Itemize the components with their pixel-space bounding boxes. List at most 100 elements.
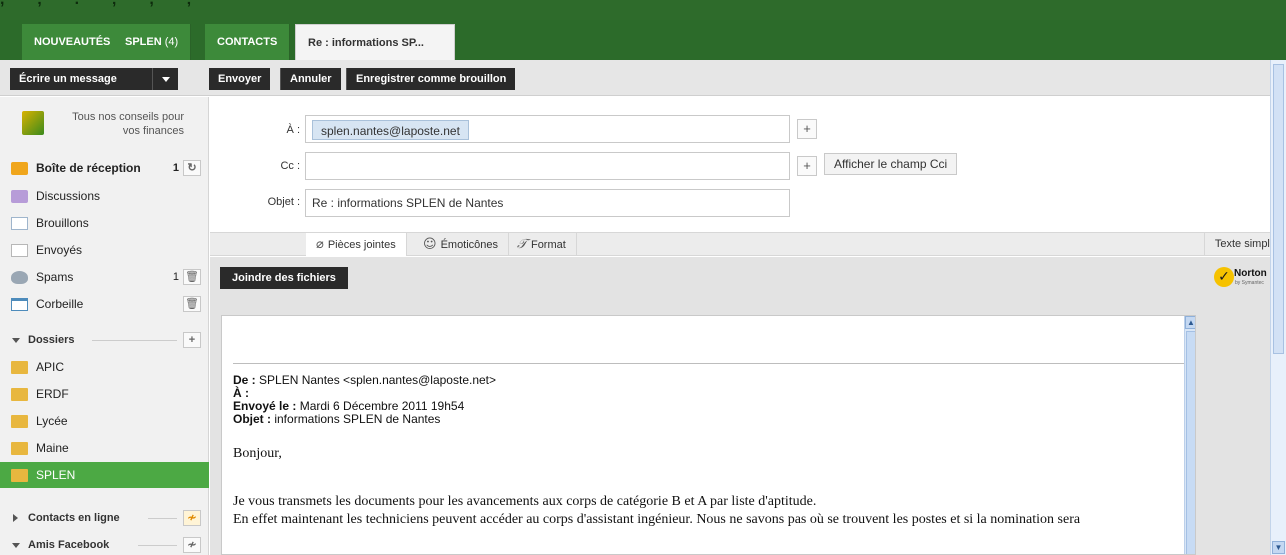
tab-label: SPLEN — [125, 36, 162, 48]
folder-label: ERDF — [36, 387, 69, 401]
compose-options-bar: ⌀ Pièces jointes ☺ Émoticônes 𝒯 Format Text… — [210, 232, 1286, 256]
folder-label: Maine — [36, 441, 69, 455]
drafts-icon — [11, 217, 28, 230]
sidebar-item-label: Boîte de réception — [36, 161, 141, 175]
sidebar-item-sent[interactable]: Envoyés — [0, 237, 209, 263]
sent-label: Envoyé le : — [233, 399, 297, 413]
save-draft-button[interactable]: Enregistrer comme brouillon — [346, 68, 516, 90]
send-label: Envoyer — [218, 73, 262, 85]
toolbar: Écrire un message Envoyer Annuler Enregi… — [0, 60, 1286, 96]
subject-label: Objet : — [233, 412, 271, 426]
quoted-from: De : SPLEN Nantes <splen.nantes@laposte.… — [233, 374, 496, 387]
inbox-icon — [11, 162, 28, 175]
tab-label: Émoticônes — [440, 239, 499, 251]
divider — [138, 545, 177, 546]
sidebar-item-trash[interactable]: Corbeille 🗑 — [0, 291, 209, 317]
cancel-button[interactable]: Annuler — [280, 68, 341, 90]
attach-files-button[interactable]: Joindre des fichiers — [220, 267, 348, 289]
tab-contacts[interactable]: CONTACTS — [205, 24, 291, 60]
feed-icon[interactable]: ≁ — [183, 537, 201, 553]
tab-count: (4) — [164, 36, 179, 48]
folder-icon — [11, 442, 28, 455]
sidebar-folder-apic[interactable]: APIC — [0, 354, 209, 380]
from-value: SPLEN Nantes <splen.nantes@laposte.net> — [259, 373, 497, 387]
add-folder-button[interactable]: + — [183, 332, 201, 348]
empty-spam-icon[interactable]: 🗑 — [183, 269, 201, 285]
folder-icon — [11, 361, 28, 374]
message-editor[interactable]: De : SPLEN Nantes <splen.nantes@laposte.… — [221, 315, 1196, 555]
sidebar-folder-splen[interactable]: SPLEN — [0, 462, 209, 488]
facebook-friends-section[interactable]: Amis Facebook ≁ — [0, 532, 209, 555]
folder-label: APIC — [36, 360, 65, 374]
spam-count: 1 — [172, 271, 179, 283]
sidebar-folder-maine[interactable]: Maine — [0, 435, 209, 461]
subject-label: Objet : — [267, 196, 300, 208]
folders-section-header[interactable]: Dossiers + — [0, 327, 209, 353]
checkmark-icon: ✓ — [1214, 267, 1234, 287]
main-tab-bar: NOUVEAUTÉS SPLEN (4) CONTACTS Re : infor… — [0, 20, 1286, 60]
tab-nouveautes[interactable]: NOUVEAUTÉS — [22, 24, 124, 60]
add-to-recipient-button[interactable]: + — [797, 119, 817, 139]
page-scrollbar[interactable]: ▼ — [1270, 60, 1286, 555]
feed-icon[interactable]: ≁ — [183, 510, 201, 526]
cc-field[interactable] — [305, 152, 790, 180]
contacts-online-section[interactable]: Contacts en ligne ≁ — [0, 505, 209, 531]
to-label: À : — [233, 386, 249, 400]
collapse-triangle-icon — [12, 338, 20, 343]
tab-attachments[interactable]: ⌀ Pièces jointes — [306, 233, 407, 256]
divider — [148, 518, 177, 519]
subject-value: Re : informations SPLEN de Nantes — [312, 196, 504, 210]
recipient-chip[interactable]: splen.nantes@laposte.net — [312, 120, 469, 140]
save-draft-label: Enregistrer comme brouillon — [356, 73, 507, 85]
norton-logo: ✓ Norton by Symantec — [1214, 265, 1267, 291]
cancel-label: Annuler — [290, 73, 332, 85]
finance-icon — [22, 111, 44, 135]
editor-scrollbar[interactable]: ▲ — [1184, 316, 1195, 554]
divider — [92, 340, 177, 341]
collapse-triangle-icon — [12, 543, 20, 548]
sidebar-item-label: Brouillons — [36, 216, 89, 230]
quoted-subject: Objet : informations SPLEN de Nantes — [233, 413, 440, 426]
sent-value: Mardi 6 Décembre 2011 19h54 — [299, 399, 465, 413]
tab-format[interactable]: 𝒯 Format — [507, 233, 577, 256]
contacts-online-title: Contacts en ligne — [28, 512, 120, 524]
send-button[interactable]: Envoyer — [209, 68, 271, 90]
tab-label: Format — [530, 239, 566, 251]
write-dropdown-toggle[interactable] — [152, 68, 178, 90]
facebook-friends-title: Amis Facebook — [28, 539, 110, 551]
sidebar-folder-lycee[interactable]: Lycée — [0, 408, 209, 434]
scroll-down-icon[interactable]: ▼ — [1272, 541, 1285, 554]
sidebar-item-discussions[interactable]: Discussions — [0, 183, 209, 209]
folder-icon — [11, 388, 28, 401]
discussions-icon — [11, 190, 28, 203]
scrollbar-thumb[interactable] — [1273, 64, 1284, 354]
sent-icon — [11, 244, 28, 257]
sidebar-item-spam[interactable]: Spams 1 🗑 — [0, 264, 209, 290]
folder-icon — [11, 469, 28, 482]
tab-label: Re : informations SP... — [308, 37, 424, 49]
scrollbar-thumb[interactable] — [1186, 331, 1195, 554]
to-field[interactable]: splen.nantes@laposte.net — [305, 115, 790, 143]
tab-label: CONTACTS — [217, 36, 278, 48]
expand-triangle-icon — [13, 514, 18, 522]
tab-label: Pièces jointes — [327, 239, 396, 251]
tab-splen[interactable]: SPLEN (4) — [113, 24, 192, 60]
folder-icon — [11, 415, 28, 428]
show-bcc-button[interactable]: Afficher le champ Cci — [824, 153, 958, 175]
sidebar-folder-erdf[interactable]: ERDF — [0, 381, 209, 407]
sidebar-item-drafts[interactable]: Brouillons — [0, 210, 209, 236]
refresh-icon[interactable]: ↻ — [183, 160, 201, 176]
tab-emoticons[interactable]: ☺ Émoticônes — [413, 233, 510, 256]
promo-banner[interactable]: Tous nos conseils pour vos finances — [10, 107, 200, 147]
attachments-bar: Joindre des fichiers ✓ Norton by Symante… — [210, 257, 1286, 301]
empty-trash-icon[interactable]: 🗑 — [183, 296, 201, 312]
add-cc-recipient-button[interactable]: + — [797, 156, 817, 176]
format-icon: 𝒯 — [517, 237, 527, 252]
body-line: Je vous transmets les documents pour les… — [233, 494, 817, 509]
subject-field[interactable]: Re : informations SPLEN de Nantes — [305, 189, 790, 217]
editor-wrapper: De : SPLEN Nantes <splen.nantes@laposte.… — [210, 301, 1286, 555]
write-message-button[interactable]: Écrire un message — [10, 68, 178, 90]
scroll-up-icon[interactable]: ▲ — [1185, 316, 1195, 329]
tab-reply-message[interactable]: Re : informations SP... — [295, 24, 455, 60]
sidebar-item-inbox[interactable]: Boîte de réception 1 ↻ — [0, 155, 209, 181]
